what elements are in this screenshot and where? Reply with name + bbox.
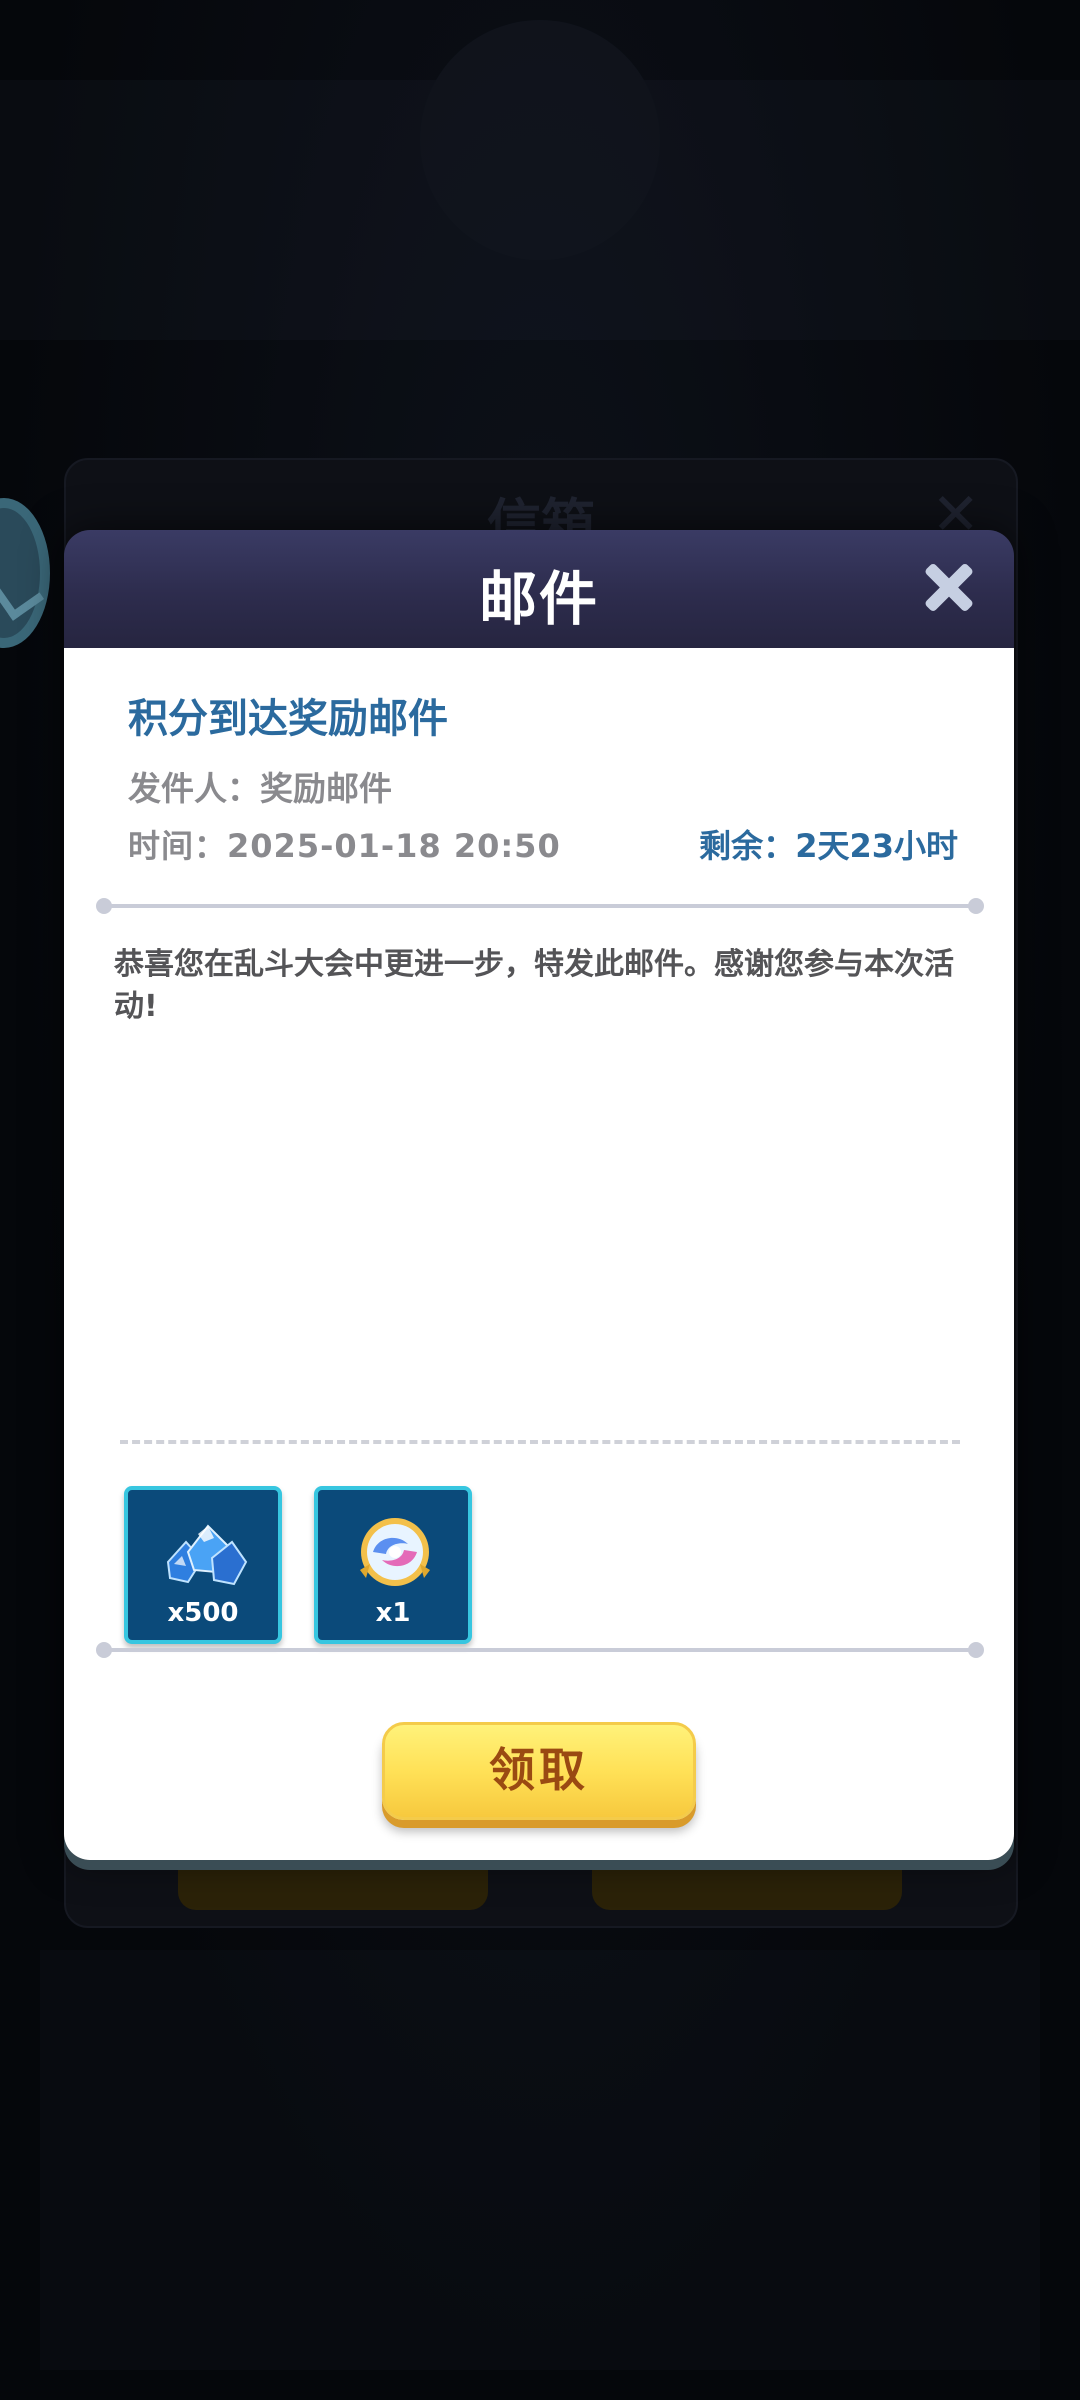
reward-item-orb[interactable]: x1 [314,1486,472,1644]
mail-dialog-title: 邮件 [478,565,599,633]
footer-divider [96,1642,984,1658]
claim-button[interactable]: 领取 [382,1722,696,1820]
remaining-label: 剩余： [699,827,796,865]
game-screen: 信箱 ✕ 邮件 积分到达奖励邮件 发件人：奖励邮件 时间：2025-01-18 … [0,0,1080,2400]
mail-dialog: 邮件 积分到达奖励邮件 发件人：奖励邮件 时间：2025-01-18 20:50… [64,530,1014,1860]
remaining-time-row: 剩余：2天23小时 [699,821,958,867]
reward-item-gems[interactable]: x500 [124,1486,282,1644]
sender-row: 发件人：奖励邮件 [128,762,392,810]
time-label: 时间： [128,827,228,865]
swirl-orb-icon [360,1518,430,1586]
close-icon[interactable] [914,552,984,622]
remaining-value: 2天23小时 [795,827,958,865]
sender-name: 奖励邮件 [260,769,392,808]
time-value: 2025-01-18 20:50 [227,827,561,865]
mail-dialog-header: 邮件 [64,530,1014,648]
mail-body: 积分到达奖励邮件 发件人：奖励邮件 时间：2025-01-18 20:50 剩余… [64,648,1014,1860]
reward-count: x500 [167,1598,239,1628]
mail-content-text: 恭喜您在乱斗大会中更进一步，特发此邮件。感谢您参与本次活动! [114,947,954,1024]
badge-emblem-icon [0,543,45,621]
time-row: 时间：2025-01-18 20:50 [128,821,561,867]
reward-list: x500 x1 [124,1486,472,1644]
reward-count: x1 [375,1598,411,1628]
mail-subject: 积分到达奖励邮件 [128,696,448,742]
header-divider [96,898,984,914]
content-dashed-divider [120,1440,960,1444]
blue-gem-pile-icon [166,1524,248,1586]
sender-label: 发件人： [128,769,260,808]
